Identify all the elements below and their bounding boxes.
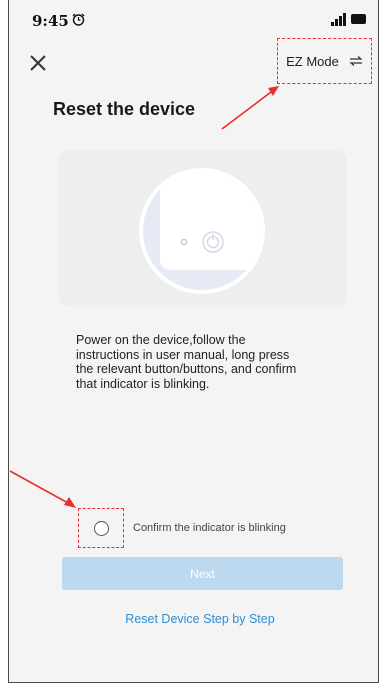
instructions-text: Power on the device,follow the instructi…	[76, 333, 297, 391]
next-button[interactable]: Next	[62, 557, 343, 590]
swap-arrows-icon	[349, 56, 363, 66]
confirm-label[interactable]: Confirm the indicator is blinking	[133, 522, 286, 534]
signal-bars-icon	[331, 13, 346, 26]
status-time: 9:45	[32, 12, 69, 30]
confirm-checkbox[interactable]	[78, 508, 124, 548]
reset-step-by-step-link[interactable]: Reset Device Step by Step	[0, 612, 387, 626]
page-title: Reset the device	[53, 99, 196, 119]
ez-mode-switch[interactable]: EZ Mode	[277, 38, 372, 84]
ez-mode-label: EZ Mode	[286, 53, 339, 69]
battery-icon	[351, 14, 366, 24]
radio-circle-icon[interactable]	[93, 520, 109, 536]
alarm-clock-icon	[72, 13, 85, 26]
close-icon[interactable]	[27, 52, 49, 74]
device-illustration	[58, 150, 347, 307]
